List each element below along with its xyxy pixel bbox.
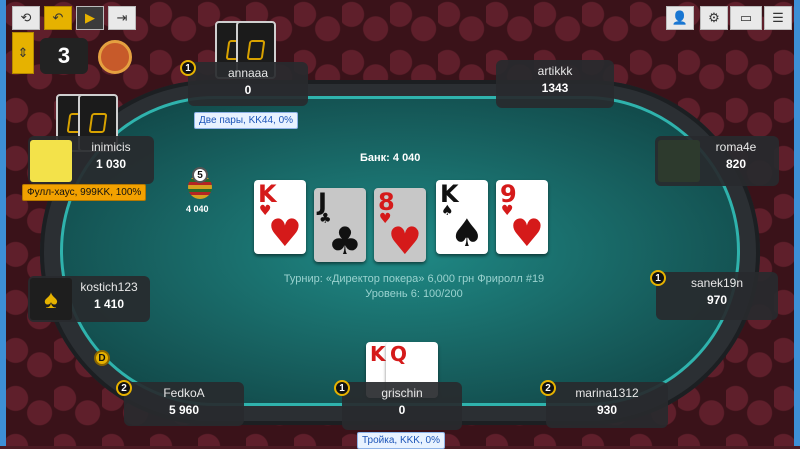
seat-marina1312[interactable]: marina1312 930 — [546, 382, 668, 428]
bet-badge: 2 — [540, 380, 556, 396]
bet-badge: 2 — [116, 380, 132, 396]
avatar — [30, 140, 72, 182]
board-card: 9 ♥ ♥ — [496, 180, 548, 254]
spade-avatar-icon: ♠ — [30, 278, 72, 320]
seat-grischin[interactable]: grischin 0 — [342, 382, 462, 430]
undo-icon[interactable]: ↶ — [44, 6, 72, 30]
pot-chips-value: 4 040 — [186, 204, 209, 214]
board-card: K ♥ ♥ — [254, 180, 306, 254]
bet-badge: 1 — [334, 380, 350, 396]
seat-annaaa[interactable]: annaaa 0 — [188, 62, 308, 106]
hand-result: Фулл-хаус, 999KK, 100% — [22, 184, 147, 201]
bet-badge: 1 — [650, 270, 666, 286]
board-card: 8 ♥ ♥ — [374, 188, 426, 262]
seat-artikkk[interactable]: artikkk 1343 — [496, 60, 614, 108]
play-icon[interactable]: ▶ — [76, 6, 104, 30]
board-card: K ♠ ♠ — [436, 180, 488, 254]
history-icon[interactable]: ⟲ — [12, 6, 40, 30]
seat-fedkoa[interactable]: FedkoA 5 960 — [124, 382, 244, 426]
tournament-level: Уровень 6: 100/200 — [365, 288, 463, 300]
roulette-icon[interactable] — [98, 40, 132, 74]
exit-icon[interactable]: ⇥ — [108, 6, 136, 30]
board-card: J ♣ ♣ — [314, 188, 366, 262]
pot-label: Банк: 4 040 — [360, 152, 421, 164]
add-user-icon[interactable]: 👤 — [666, 6, 694, 30]
hand-result: Тройка, KKK, 0% — [357, 432, 445, 449]
avatar — [658, 140, 700, 182]
seat-sanek19n[interactable]: sanek19n 970 — [656, 272, 778, 320]
gear-icon[interactable]: ⚙ — [700, 6, 728, 30]
window-icon[interactable]: ▭ — [730, 6, 762, 30]
tables-count-icon[interactable]: 3 — [40, 38, 88, 74]
dealer-button: D — [94, 350, 110, 366]
lobby-stepper[interactable]: ⇕ — [12, 32, 34, 74]
tournament-name: Турнир: «Директор покера» 6,000 грн Фрир… — [283, 273, 545, 285]
menu-icon[interactable]: ☰ — [764, 6, 792, 30]
bet-badge: 1 — [180, 60, 196, 76]
chip-stack-icon: 5 — [188, 167, 212, 201]
hand-result: Две пары, KK44, 0% — [194, 112, 299, 129]
